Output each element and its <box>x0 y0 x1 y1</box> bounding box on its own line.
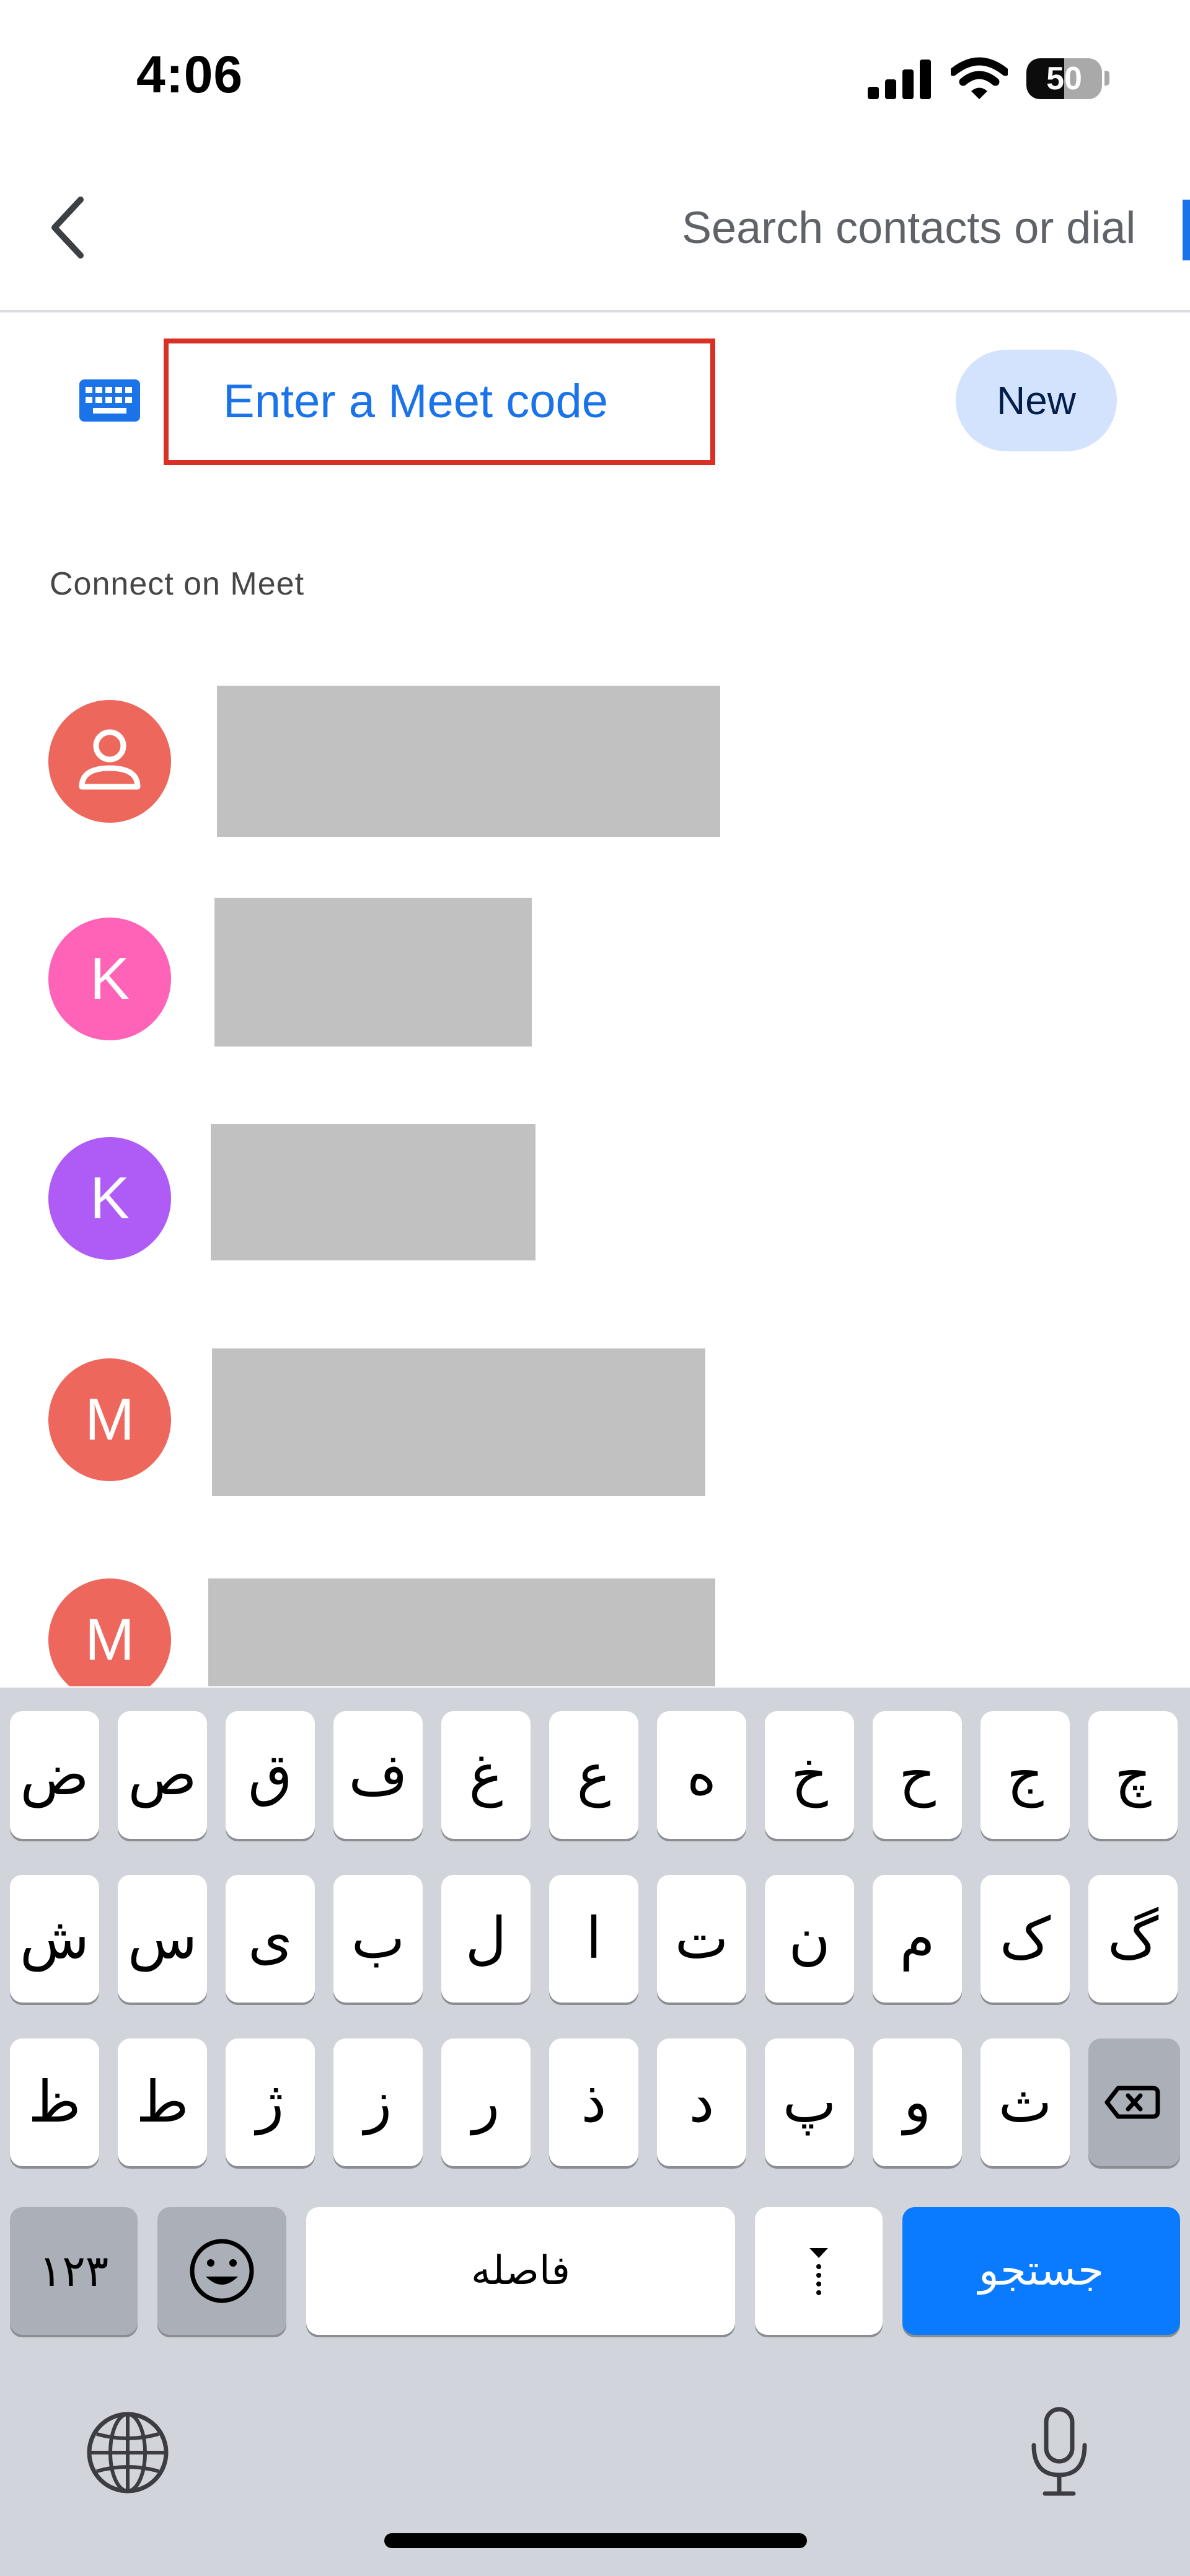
contact-row[interactable] <box>0 682 1190 887</box>
status-time: 4:06 <box>136 45 244 104</box>
key[interactable]: ت <box>657 1875 746 2003</box>
key[interactable]: پ <box>765 2038 854 2166</box>
key[interactable]: ث <box>981 2038 1070 2166</box>
key[interactable]: ک <box>981 1875 1070 2003</box>
section-title: Connect on Meet <box>50 566 305 602</box>
microphone-icon[interactable] <box>1025 2406 1093 2499</box>
wifi-icon <box>951 57 1008 99</box>
key[interactable]: ص <box>118 1711 207 1839</box>
globe-icon[interactable] <box>84 2409 171 2496</box>
header-divider <box>0 310 1190 312</box>
contact-list: K K M M <box>0 645 1190 1686</box>
key[interactable]: ب <box>333 1875 423 2003</box>
key[interactable]: ذ <box>549 2038 638 2166</box>
key[interactable]: ه <box>657 1711 746 1839</box>
avatar: K <box>48 918 171 1040</box>
person-icon <box>79 729 141 790</box>
key[interactable]: ظ <box>10 2038 99 2166</box>
key[interactable]: ن <box>765 1875 854 2003</box>
numbers-key[interactable]: ۱۲۳ <box>10 2207 138 2335</box>
emoji-key[interactable] <box>157 2207 286 2335</box>
key[interactable]: م <box>873 1875 962 2003</box>
key[interactable]: ط <box>118 2038 207 2166</box>
redacted-contact-name <box>211 1124 536 1260</box>
battery-icon: 50 <box>1026 58 1102 99</box>
space-key[interactable]: فاصله <box>306 2207 735 2335</box>
key[interactable]: ژ <box>226 2038 315 2166</box>
key[interactable]: غ <box>441 1711 531 1839</box>
redacted-contact-name <box>212 1348 705 1496</box>
home-indicator[interactable] <box>384 2533 807 2548</box>
keyboard-icon[interactable] <box>79 379 140 422</box>
key[interactable]: و <box>873 2038 962 2166</box>
avatar: K <box>48 1137 171 1260</box>
contact-row[interactable]: M <box>0 1339 1190 1544</box>
key[interactable]: ر <box>441 2038 531 2166</box>
key[interactable]: ی <box>226 1875 315 2003</box>
emoji-icon <box>190 2239 254 2303</box>
punctuation-key[interactable] <box>755 2207 883 2335</box>
avatar: M <box>48 1578 171 1686</box>
key[interactable]: ش <box>10 1875 99 2003</box>
redacted-contact-name <box>208 1578 715 1686</box>
delete-backspace-icon <box>1104 2086 1160 2119</box>
redacted-contact-name <box>214 898 532 1047</box>
signal-icon <box>868 60 931 99</box>
meet-code-input[interactable]: Enter a Meet code <box>164 339 715 465</box>
key[interactable]: ل <box>441 1875 531 2003</box>
key[interactable]: ع <box>549 1711 638 1839</box>
persian-keyboard: ض ص ق ف غ ع ه خ ح ج چ ش س ی ب ل ا ت ن م … <box>0 1688 1190 2576</box>
new-button[interactable]: New <box>956 350 1117 451</box>
key[interactable]: ا <box>549 1875 638 2003</box>
battery-tip <box>1104 71 1109 86</box>
contact-row[interactable]: M <box>0 1562 1190 1686</box>
text-cursor <box>1183 200 1190 260</box>
meet-code-placeholder: Enter a Meet code <box>223 375 609 428</box>
key[interactable]: ج <box>981 1711 1070 1839</box>
dotted-punctuation-icon <box>809 2248 828 2295</box>
search-input[interactable]: Search contacts or dial <box>682 197 1185 259</box>
key[interactable]: ض <box>10 1711 99 1839</box>
key[interactable]: خ <box>765 1711 854 1839</box>
key[interactable]: ز <box>333 2038 423 2166</box>
key[interactable]: گ <box>1088 1875 1178 2003</box>
avatar: M <box>48 1358 171 1481</box>
chevron-left-icon[interactable] <box>43 193 93 262</box>
delete-key[interactable] <box>1088 2038 1180 2166</box>
status-bar: 4:06 50 <box>0 0 1190 155</box>
search-key[interactable]: جستجو <box>902 2207 1180 2335</box>
battery-percent: 50 <box>1046 61 1082 97</box>
contact-row[interactable]: K <box>0 1116 1190 1321</box>
key[interactable]: ق <box>226 1711 315 1839</box>
key[interactable]: چ <box>1088 1711 1178 1839</box>
key[interactable]: س <box>118 1875 207 2003</box>
avatar <box>48 700 171 823</box>
key[interactable]: ف <box>333 1711 423 1839</box>
key[interactable]: ح <box>873 1711 962 1839</box>
key[interactable]: د <box>657 2038 746 2166</box>
redacted-contact-name <box>217 686 720 837</box>
contact-row[interactable]: K <box>0 893 1190 1097</box>
